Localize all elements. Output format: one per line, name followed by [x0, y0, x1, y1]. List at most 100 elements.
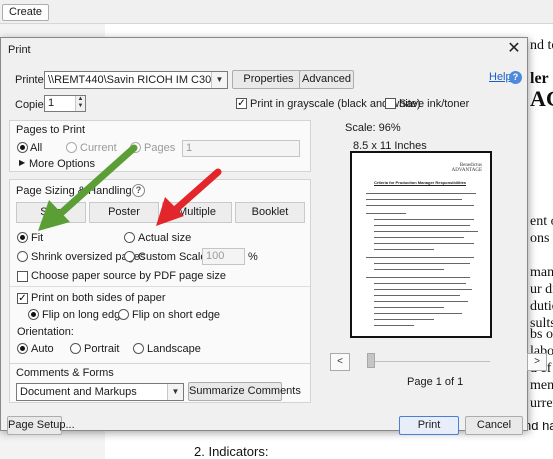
info-icon[interactable]: ? [132, 184, 145, 197]
help-icon[interactable]: ? [509, 71, 522, 84]
document-fragment: AG [530, 86, 553, 111]
landscape-label: Landscape [147, 343, 201, 355]
next-page-button[interactable]: > [527, 353, 547, 371]
doc-text-line [374, 301, 468, 302]
section-title: Pages to Print [16, 124, 86, 136]
flip-long-radio[interactable] [28, 309, 39, 320]
paper-source-label: Choose paper source by PDF page size [31, 270, 227, 282]
save-ink-label: Save ink/toner [399, 98, 470, 110]
caret-right-icon[interactable]: ▶ [19, 158, 25, 167]
doc-text-line [366, 213, 406, 214]
doc-text-line [374, 269, 444, 270]
document-fragment: urrent [530, 396, 553, 411]
doc-text-line [366, 193, 476, 194]
page-count: Page 1 of 1 [407, 376, 464, 388]
current-page-radio[interactable] [66, 142, 77, 153]
pages-range-input[interactable]: 1 [182, 140, 300, 157]
tab-multiple[interactable]: Multiple [162, 202, 232, 223]
custom-scale-label: Custom Scale: [138, 251, 210, 263]
chevron-down-icon: ▼ [211, 72, 227, 88]
tab-booklet[interactable]: Booklet [235, 202, 305, 223]
landscape-radio[interactable] [133, 343, 144, 354]
pages-to-print-section: Pages to Print All Current Pages 1 ▶ Mor… [9, 120, 311, 172]
create-button[interactable]: Create [2, 4, 50, 21]
document-fragment: duties [530, 299, 553, 314]
auto-label: Auto [31, 343, 54, 355]
tab-size[interactable]: Size [16, 202, 86, 223]
copies-stepper[interactable]: ▲ ▼ [75, 96, 85, 111]
doc-text-line [366, 205, 474, 206]
doc-heading: Criteria for Production Manager Responsi… [374, 180, 467, 185]
doc-text-line [374, 319, 434, 320]
tab-poster[interactable]: Poster [89, 202, 159, 223]
doc-text-line [374, 231, 478, 232]
doc-text-line [374, 243, 474, 244]
summarize-comments-button[interactable]: Summarize Comments [188, 382, 301, 401]
flip-long-label: Flip on long edge [42, 309, 127, 321]
both-sides-label: Print on both sides of paper [31, 292, 166, 304]
percent-label: % [248, 251, 258, 263]
cancel-button[interactable]: Cancel [465, 416, 523, 435]
doc-logo: Benedictus ADVANTAGE [451, 163, 482, 173]
shrink-radio[interactable] [17, 251, 28, 262]
document-edge-text: nd telerAGent oons wmanciaur diredutiess… [528, 24, 553, 459]
portrait-label: Portrait [84, 343, 120, 355]
auto-orientation-radio[interactable] [17, 343, 28, 354]
printer-select[interactable]: \\REMT440\Savin RICOH IM C3010 ▼ [44, 71, 228, 89]
copies-value: 1 [48, 97, 55, 109]
copies-input[interactable]: 1 ▲ ▼ [44, 95, 86, 112]
doc-text-line [366, 199, 462, 200]
comments-forms-value: Document and Markups [20, 386, 137, 398]
advanced-button[interactable]: Advanced [299, 70, 354, 89]
doc-text-line [374, 249, 434, 250]
document-fragment: ment, [530, 378, 553, 393]
current-page-label: Current [80, 142, 117, 154]
doc-text-line [374, 307, 444, 308]
grayscale-checkbox[interactable]: ✓ [236, 98, 247, 109]
save-ink-checkbox[interactable] [385, 98, 396, 109]
page-slider-thumb[interactable] [367, 353, 375, 368]
doc-text-line [374, 263, 470, 264]
doc-text-line [374, 289, 472, 290]
paper-source-checkbox[interactable] [17, 271, 28, 282]
document-fragment: ent o [530, 214, 553, 229]
actual-size-radio[interactable] [124, 232, 135, 243]
doc-text-line [366, 257, 474, 258]
doc-text-line [374, 313, 462, 314]
pages-radio[interactable] [130, 142, 141, 153]
doc-text-line [374, 295, 460, 296]
close-icon[interactable]: ✕ [505, 40, 523, 58]
print-button[interactable]: Print [399, 416, 459, 435]
doc-text-line [366, 277, 470, 278]
more-options-toggle[interactable]: More Options [29, 158, 95, 170]
document-fragment: ons w [530, 231, 553, 246]
divider [10, 286, 310, 287]
custom-scale-radio[interactable] [124, 251, 135, 262]
page-setup-button[interactable]: Page Setup... [7, 416, 75, 435]
printer-value: \\REMT440\Savin RICOH IM C3010 [48, 74, 224, 86]
document-line: 2. Indicators: [194, 444, 269, 459]
scale-readout: Scale: 96% [345, 122, 401, 134]
dialog-title: Print [8, 44, 31, 56]
flip-short-radio[interactable] [118, 309, 129, 320]
prev-page-button[interactable]: < [330, 353, 350, 371]
custom-scale-input[interactable]: 100 [202, 248, 245, 265]
both-sides-checkbox[interactable]: ✓ [17, 293, 28, 304]
all-pages-radio[interactable] [17, 142, 28, 153]
fit-label: Fit [31, 232, 44, 244]
properties-button[interactable]: Properties [232, 70, 305, 89]
flip-short-label: Flip on short edge [132, 309, 221, 321]
doc-text-line [374, 219, 474, 220]
comments-forms-select[interactable]: Document and Markups ▼ [16, 383, 184, 401]
page-slider-track[interactable] [372, 361, 490, 362]
portrait-radio[interactable] [70, 343, 81, 354]
section-title: Page Sizing & Handling [16, 185, 132, 197]
fit-radio[interactable] [17, 232, 28, 243]
comments-forms-section: Comments & Forms Document and Markups ▼ … [9, 363, 311, 403]
document-fragment: bs ou [530, 327, 553, 342]
app-toolbar: Create [0, 0, 553, 24]
all-pages-label: All [30, 142, 43, 154]
print-preview-page: Benedictus ADVANTAGE Criteria for Produc… [350, 151, 492, 338]
orientation-label: Orientation: [17, 326, 74, 338]
doc-text-line [374, 283, 466, 284]
